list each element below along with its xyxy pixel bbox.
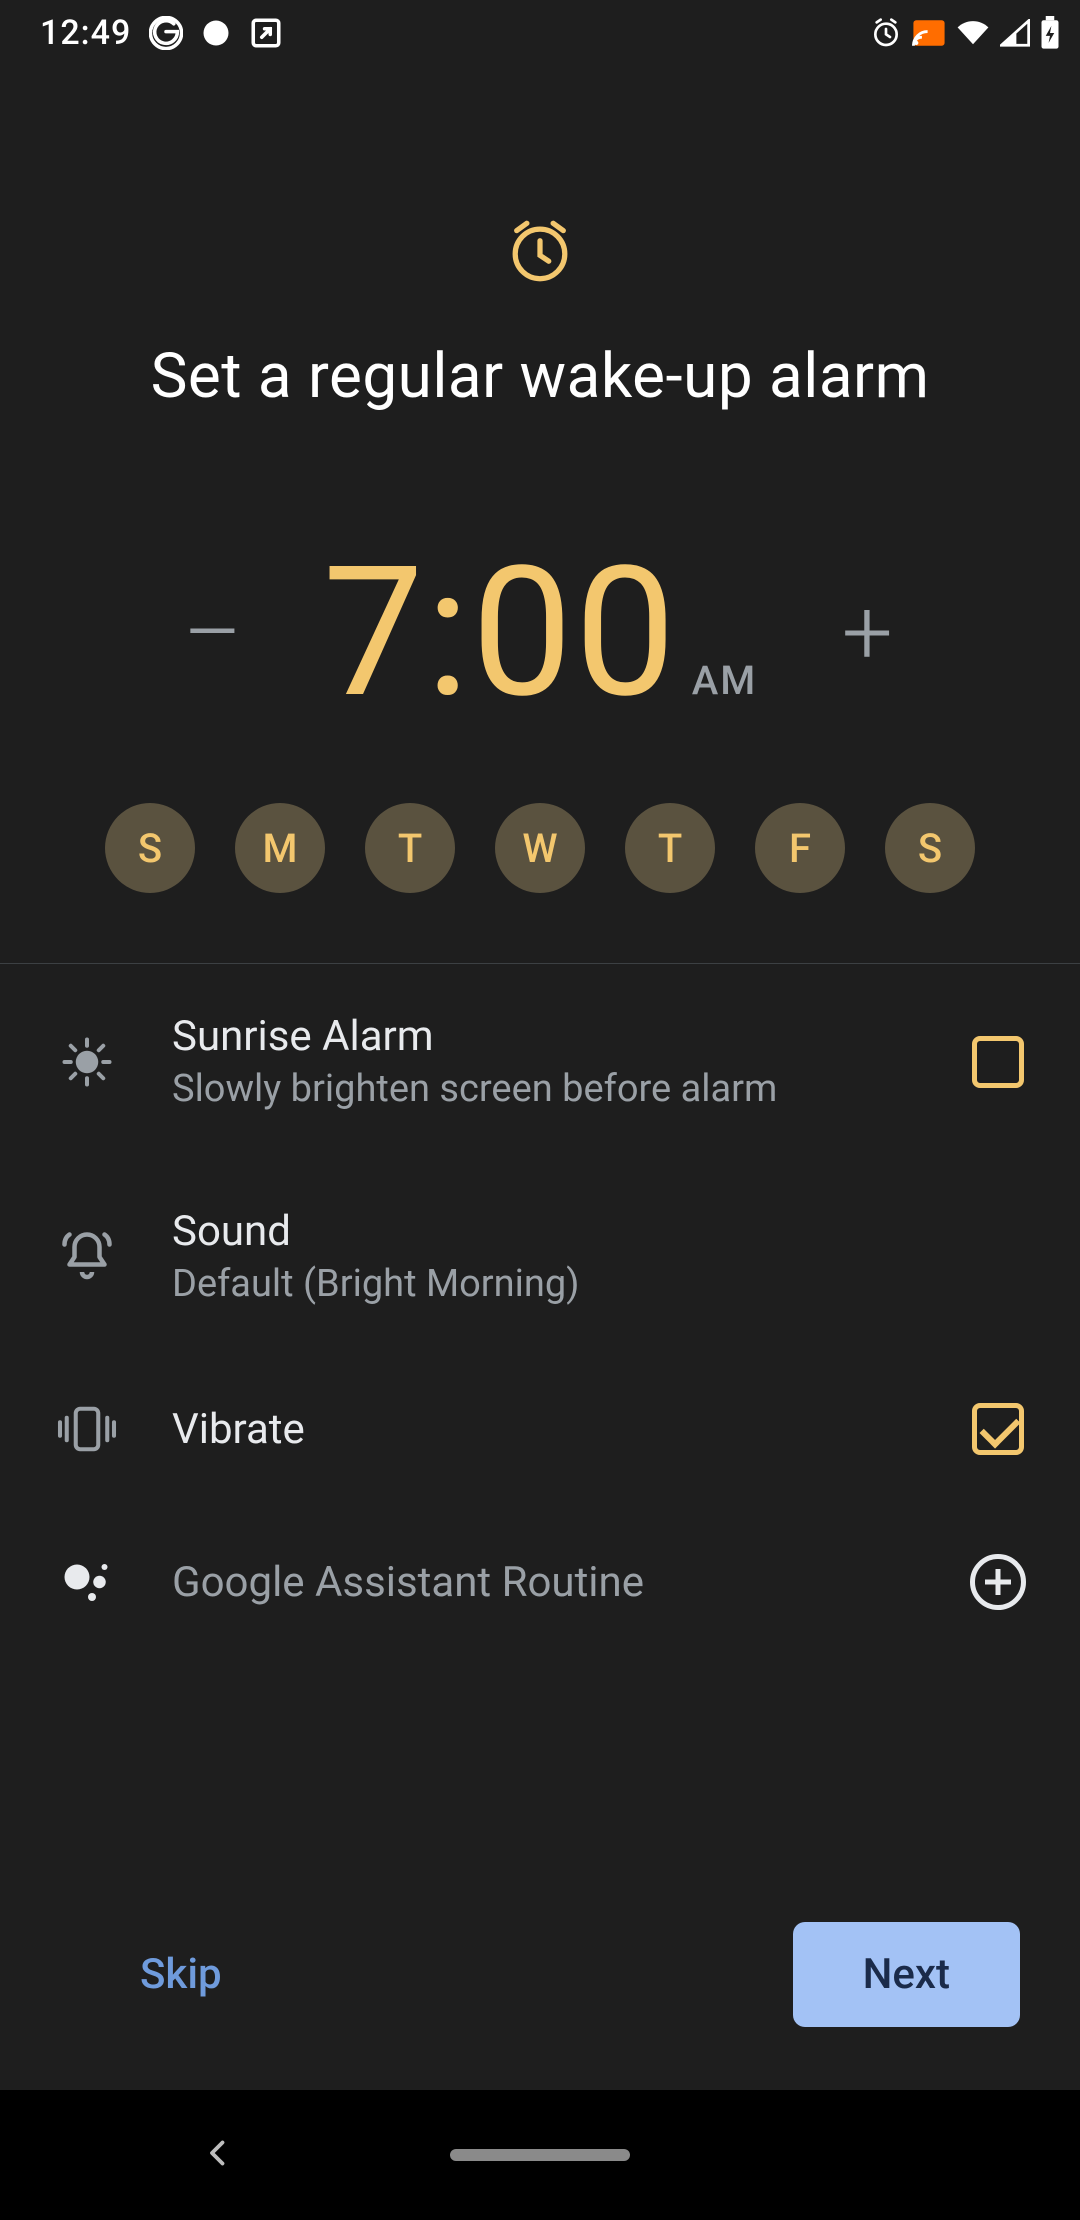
- option-text: Google Assistant Routine: [172, 1558, 918, 1607]
- option-title: Vibrate: [172, 1405, 918, 1454]
- plus-circle-icon: [970, 1554, 1026, 1610]
- option-text: Vibrate: [172, 1405, 918, 1454]
- day-chip-mon[interactable]: M: [235, 803, 325, 893]
- vibrate-checkbox[interactable]: [968, 1403, 1028, 1455]
- time-decrement-button[interactable]: –: [163, 588, 263, 678]
- wifi-icon: [956, 19, 990, 47]
- option-subtitle: Default (Bright Morning): [172, 1262, 1028, 1306]
- checkbox-unchecked-icon: [972, 1036, 1024, 1088]
- option-vibrate[interactable]: Vibrate: [42, 1354, 1038, 1504]
- option-assistant-routine[interactable]: Google Assistant Routine: [42, 1504, 1038, 1660]
- option-text: Sound Default (Bright Morning): [172, 1207, 1028, 1306]
- day-chip-wed[interactable]: W: [495, 803, 585, 893]
- time-display[interactable]: 7:00 AM: [323, 543, 758, 723]
- sunrise-icon: [52, 1032, 122, 1092]
- option-text: Sunrise Alarm Slowly brighten screen bef…: [172, 1012, 918, 1111]
- option-sound[interactable]: Sound Default (Bright Morning): [42, 1159, 1038, 1354]
- time-picker: – 7:00 AM +: [0, 543, 1080, 723]
- skip-button[interactable]: Skip: [100, 1920, 262, 2029]
- day-chip-fri[interactable]: F: [755, 803, 845, 893]
- day-chip-thu[interactable]: T: [625, 803, 715, 893]
- checkbox-checked-icon: [972, 1403, 1024, 1455]
- time-increment-button[interactable]: +: [817, 588, 917, 678]
- page-title: Set a regular wake-up alarm: [0, 340, 1080, 413]
- status-time: 12:49: [40, 13, 131, 53]
- option-title: Sunrise Alarm: [172, 1012, 918, 1061]
- cell-signal-icon: [1000, 19, 1030, 47]
- status-left: 12:49: [40, 13, 283, 53]
- home-pill[interactable]: [450, 2149, 630, 2161]
- google-g-icon: [149, 16, 183, 50]
- assistant-icon: [52, 1552, 122, 1612]
- battery-charging-icon: [1040, 16, 1060, 50]
- option-sunrise-alarm[interactable]: Sunrise Alarm Slowly brighten screen bef…: [42, 964, 1038, 1159]
- status-right: [870, 16, 1060, 50]
- bottom-bar: Skip Next: [0, 1920, 1080, 2029]
- vibrate-icon: [52, 1402, 122, 1456]
- bell-ringing-icon: [52, 1227, 122, 1287]
- back-button[interactable]: [200, 2135, 236, 2175]
- header: Set a regular wake-up alarm: [0, 66, 1080, 413]
- options-list: Sunrise Alarm Slowly brighten screen bef…: [0, 964, 1080, 1660]
- option-title: Sound: [172, 1207, 1028, 1256]
- app-root: 12:49: [0, 0, 1080, 2220]
- option-title: Google Assistant Routine: [172, 1558, 918, 1607]
- day-chip-tue[interactable]: T: [365, 803, 455, 893]
- next-button[interactable]: Next: [793, 1922, 1020, 2027]
- option-subtitle: Slowly brighten screen before alarm: [172, 1067, 918, 1111]
- circle-icon: [201, 18, 231, 48]
- day-chip-sat[interactable]: S: [885, 803, 975, 893]
- system-nav-bar: [0, 2090, 1080, 2220]
- alarm-status-icon: [870, 17, 902, 49]
- sunrise-checkbox[interactable]: [968, 1036, 1028, 1088]
- time-ampm: AM: [692, 657, 758, 704]
- cast-icon: [912, 18, 946, 48]
- status-bar: 12:49: [0, 0, 1080, 66]
- assistant-add-button[interactable]: [968, 1554, 1028, 1610]
- screenshot-share-icon: [249, 16, 283, 50]
- time-value: 7:00: [323, 543, 678, 723]
- alarm-clock-icon: [505, 216, 575, 290]
- day-chip-sun[interactable]: S: [105, 803, 195, 893]
- day-selector: S M T W T F S: [0, 803, 1080, 893]
